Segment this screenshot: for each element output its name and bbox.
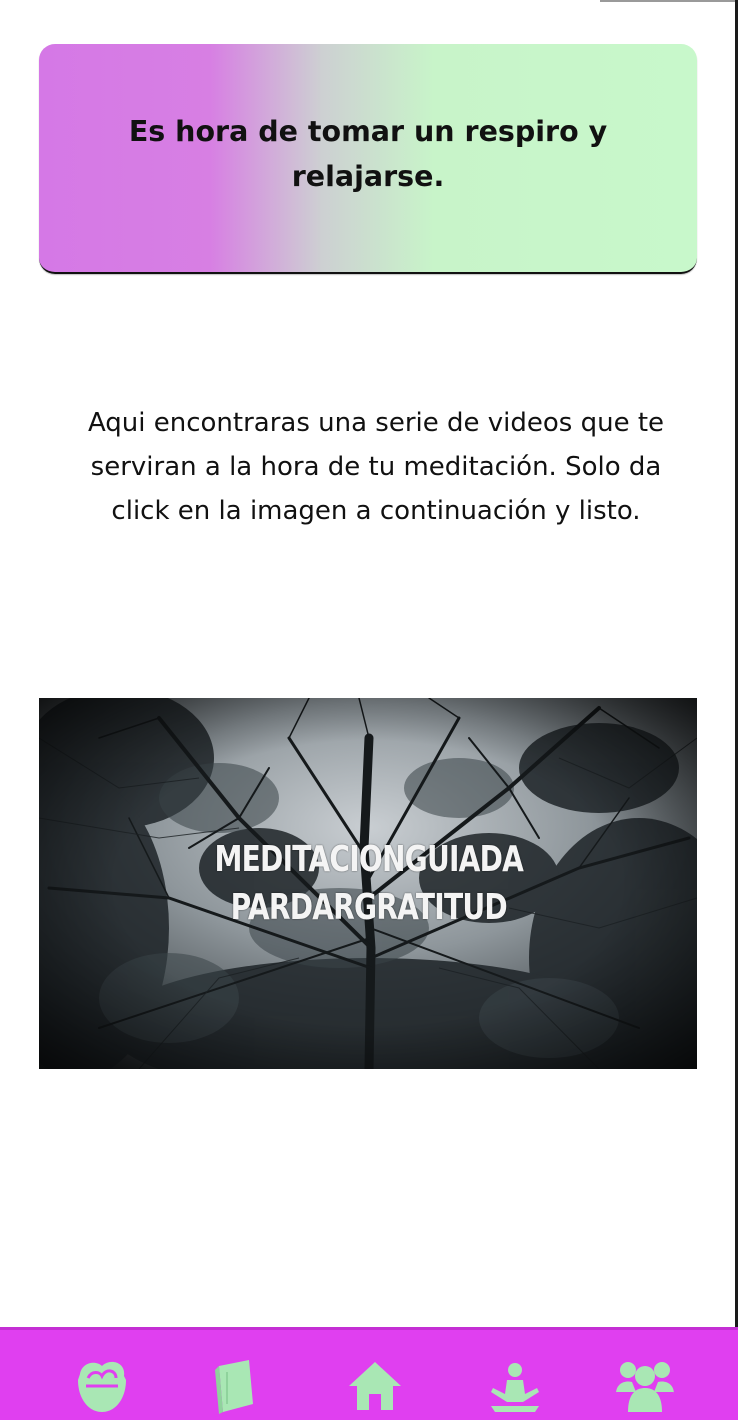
tab-home[interactable] <box>342 1358 408 1422</box>
book-icon <box>215 1360 253 1414</box>
nutrition-bowl-icon <box>78 1361 126 1412</box>
meditation-icon <box>491 1363 539 1412</box>
tab-community[interactable] <box>612 1358 678 1422</box>
video-title-line2: PARDARGRATITUD <box>230 887 508 928</box>
video-title: MEDITACIONGUIADA PARDARGRATITUD <box>0 836 738 932</box>
tab-nutrition[interactable] <box>69 1358 135 1422</box>
header-banner: Es hora de tomar un respiro y relajarse. <box>39 44 697 274</box>
video-title-line1: MEDITACIONGUIADA <box>214 839 524 880</box>
top-edge <box>600 0 735 2</box>
banner-title: Es hora de tomar un respiro y relajarse. <box>128 115 608 193</box>
bottom-tab-bar <box>0 1327 738 1420</box>
community-icon <box>616 1362 674 1412</box>
intro-text: Aqui encontraras una serie de videos que… <box>87 408 665 526</box>
home-icon <box>349 1362 401 1410</box>
tab-meditation[interactable] <box>482 1358 548 1422</box>
tab-library[interactable] <box>201 1358 267 1422</box>
